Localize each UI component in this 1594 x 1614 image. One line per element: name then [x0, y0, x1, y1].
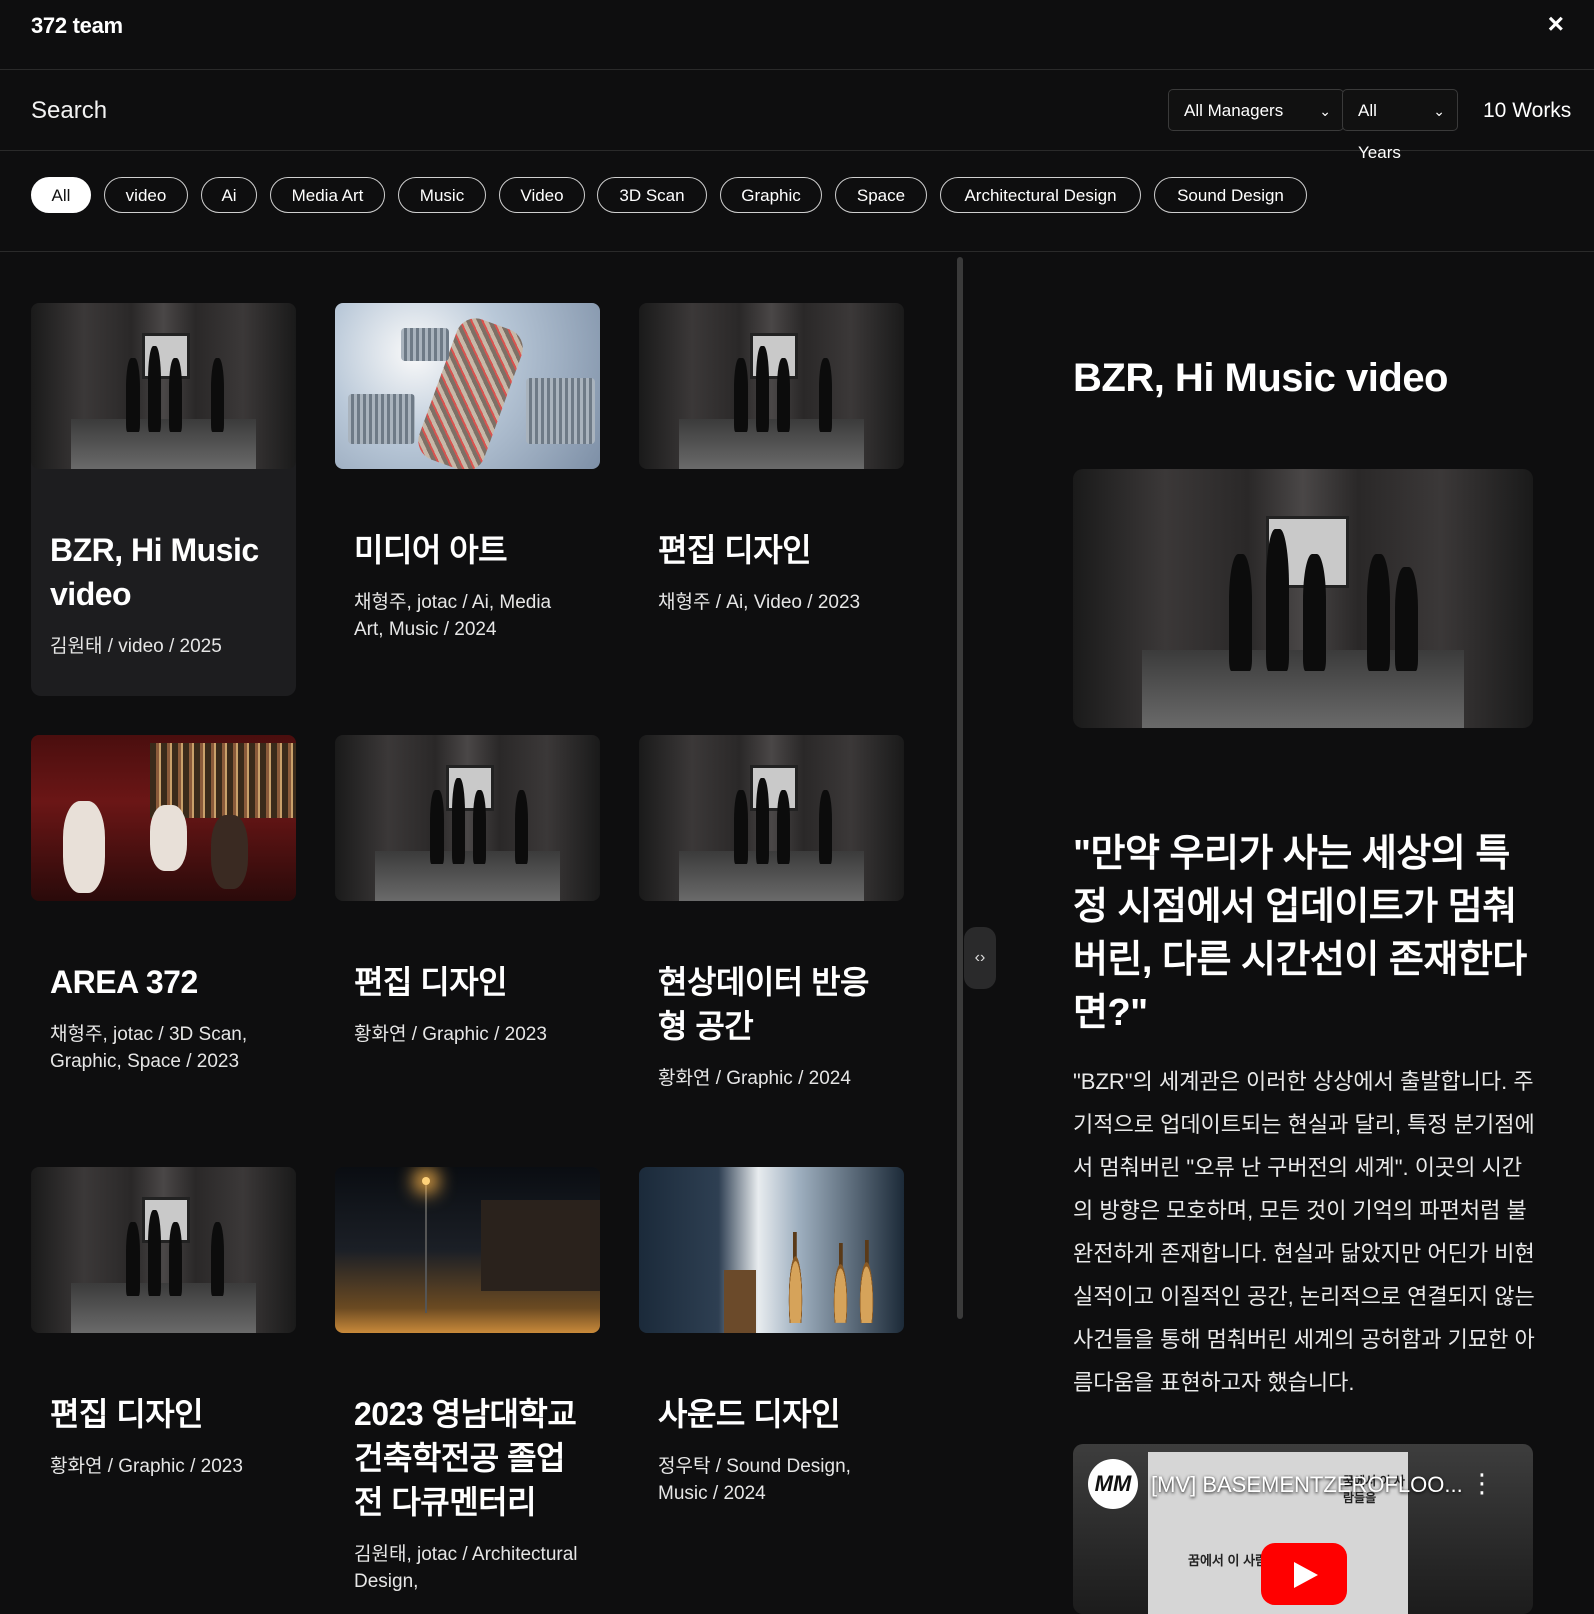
work-meta: 정우탁 / Sound Design, Music / 2024	[658, 1456, 851, 1504]
work-card[interactable]: 미디어 아트 채형주, jotac / Ai, Media Art, Music…	[335, 303, 600, 696]
work-title: 사운드 디자인	[658, 1396, 841, 1432]
work-title: 편집 디자인	[50, 1396, 204, 1432]
chevron-down-icon: ⌄	[1319, 103, 1331, 119]
channel-logo[interactable]: MM	[1088, 1459, 1138, 1509]
play-icon	[1294, 1562, 1318, 1588]
category-chip-graphic[interactable]: Graphic	[720, 177, 822, 213]
category-chip-video[interactable]: video	[104, 177, 188, 213]
managers-select[interactable]: All Managers ⌄	[1168, 89, 1344, 131]
work-meta: 황화연 / Graphic / 2023	[354, 1024, 547, 1045]
work-meta: 채형주, jotac / 3D Scan, Graphic, Space / 2…	[50, 1024, 248, 1072]
detail-description: "BZR"의 세계관은 이러한 상상에서 출발합니다. 주기적으로 업데이트되는…	[1073, 1069, 1535, 1395]
search-bar: Search All Managers ⌄ All Years ⌄ 10 Wor…	[0, 70, 1594, 162]
work-card[interactable]: 편집 디자인 채형주 / Ai, Video / 2023	[639, 303, 904, 696]
work-thumbnail	[639, 735, 904, 901]
more-options-icon[interactable]: ⋮	[1469, 1468, 1495, 1499]
work-thumbnail	[31, 303, 296, 469]
work-card[interactable]: 편집 디자인 황화연 / Graphic / 2023	[31, 1167, 296, 1600]
category-chip-ai[interactable]: Ai	[201, 177, 257, 213]
work-meta: 황화연 / Graphic / 2024	[658, 1068, 851, 1089]
work-thumbnail	[31, 735, 296, 901]
work-card[interactable]: BZR, Hi Music video 김원태 / video / 2025	[31, 303, 296, 696]
work-thumbnail	[335, 303, 600, 469]
work-thumbnail	[31, 1167, 296, 1333]
managers-select-value: All Managers	[1184, 101, 1284, 120]
work-card[interactable]: AREA 372 채형주, jotac / 3D Scan, Graphic, …	[31, 735, 296, 1128]
work-title: 미디어 아트	[354, 532, 508, 568]
detail-title: BZR, Hi Music video	[1073, 356, 1449, 400]
category-chip-sound-design[interactable]: Sound Design	[1154, 177, 1307, 213]
category-chip-architectural-design[interactable]: Architectural Design	[940, 177, 1141, 213]
scrollbar[interactable]	[957, 257, 963, 1319]
work-title: BZR, Hi Music video	[50, 532, 259, 612]
category-chip-video-2[interactable]: Video	[499, 177, 585, 213]
work-thumbnail	[335, 735, 600, 901]
close-icon[interactable]: ×	[1548, 10, 1564, 38]
work-meta: 김원태 / video / 2025	[50, 636, 222, 657]
work-thumbnail	[639, 303, 904, 469]
work-title: 편집 디자인	[658, 532, 812, 568]
top-bar: 372 team ×	[0, 0, 1594, 70]
category-filter-bar: All video Ai Media Art Music Video 3D Sc…	[0, 151, 1594, 252]
category-chip-media-art[interactable]: Media Art	[270, 177, 385, 213]
detail-quote: "만약 우리가 사는 세상의 특정 시점에서 업데이트가 멈춰버린, 다른 시간…	[1073, 833, 1527, 1034]
video-title[interactable]: [MV] BASEMENTZEROFLOO...	[1151, 1472, 1463, 1498]
work-meta: 채형주 / Ai, Video / 2023	[658, 592, 861, 613]
search-input[interactable]: Search	[31, 97, 107, 125]
years-select[interactable]: All Years ⌄	[1342, 89, 1458, 162]
work-card[interactable]: 편집 디자인 황화연 / Graphic / 2023	[335, 735, 600, 1128]
work-card[interactable]: 사운드 디자인 정우탁 / Sound Design, Music / 2024	[639, 1167, 904, 1600]
category-chip-space[interactable]: Space	[835, 177, 927, 213]
category-chip-3d-scan[interactable]: 3D Scan	[597, 177, 707, 213]
category-chip-music[interactable]: Music	[398, 177, 486, 213]
work-thumbnail	[639, 1167, 904, 1333]
resize-handle-icon[interactable]: ‹›	[964, 927, 996, 989]
team-title: 372 team	[31, 13, 123, 38]
work-thumbnail	[335, 1167, 600, 1333]
chevron-down-icon: ⌄	[1433, 103, 1445, 119]
category-chip-all[interactable]: All	[31, 177, 91, 213]
video-embed[interactable]: 꿈에서 이 사람들을 꿈에서 이 사람들을 MM [MV] BASEMENTZE…	[1073, 1444, 1533, 1614]
work-title: 2023 영남대학교 건축학전공 졸업전 다큐멘터리	[354, 1396, 577, 1520]
work-card[interactable]: 현상데이터 반응형 공간 황화연 / Graphic / 2024	[639, 735, 904, 1128]
work-title: AREA 372	[50, 964, 198, 1000]
work-title: 편집 디자인	[354, 964, 508, 1000]
play-button[interactable]	[1261, 1543, 1347, 1605]
works-count: 10 Works	[1483, 99, 1572, 122]
work-meta: 황화연 / Graphic / 2023	[50, 1456, 243, 1477]
work-meta: 김원태, jotac / Architectural Design,	[354, 1544, 578, 1592]
work-title: 현상데이터 반응형 공간	[658, 964, 869, 1044]
detail-image	[1073, 469, 1533, 728]
work-card[interactable]: 2023 영남대학교 건축학전공 졸업전 다큐멘터리 김원태, jotac / …	[335, 1167, 600, 1600]
work-meta: 채형주, jotac / Ai, Media Art, Music / 2024	[354, 592, 552, 640]
